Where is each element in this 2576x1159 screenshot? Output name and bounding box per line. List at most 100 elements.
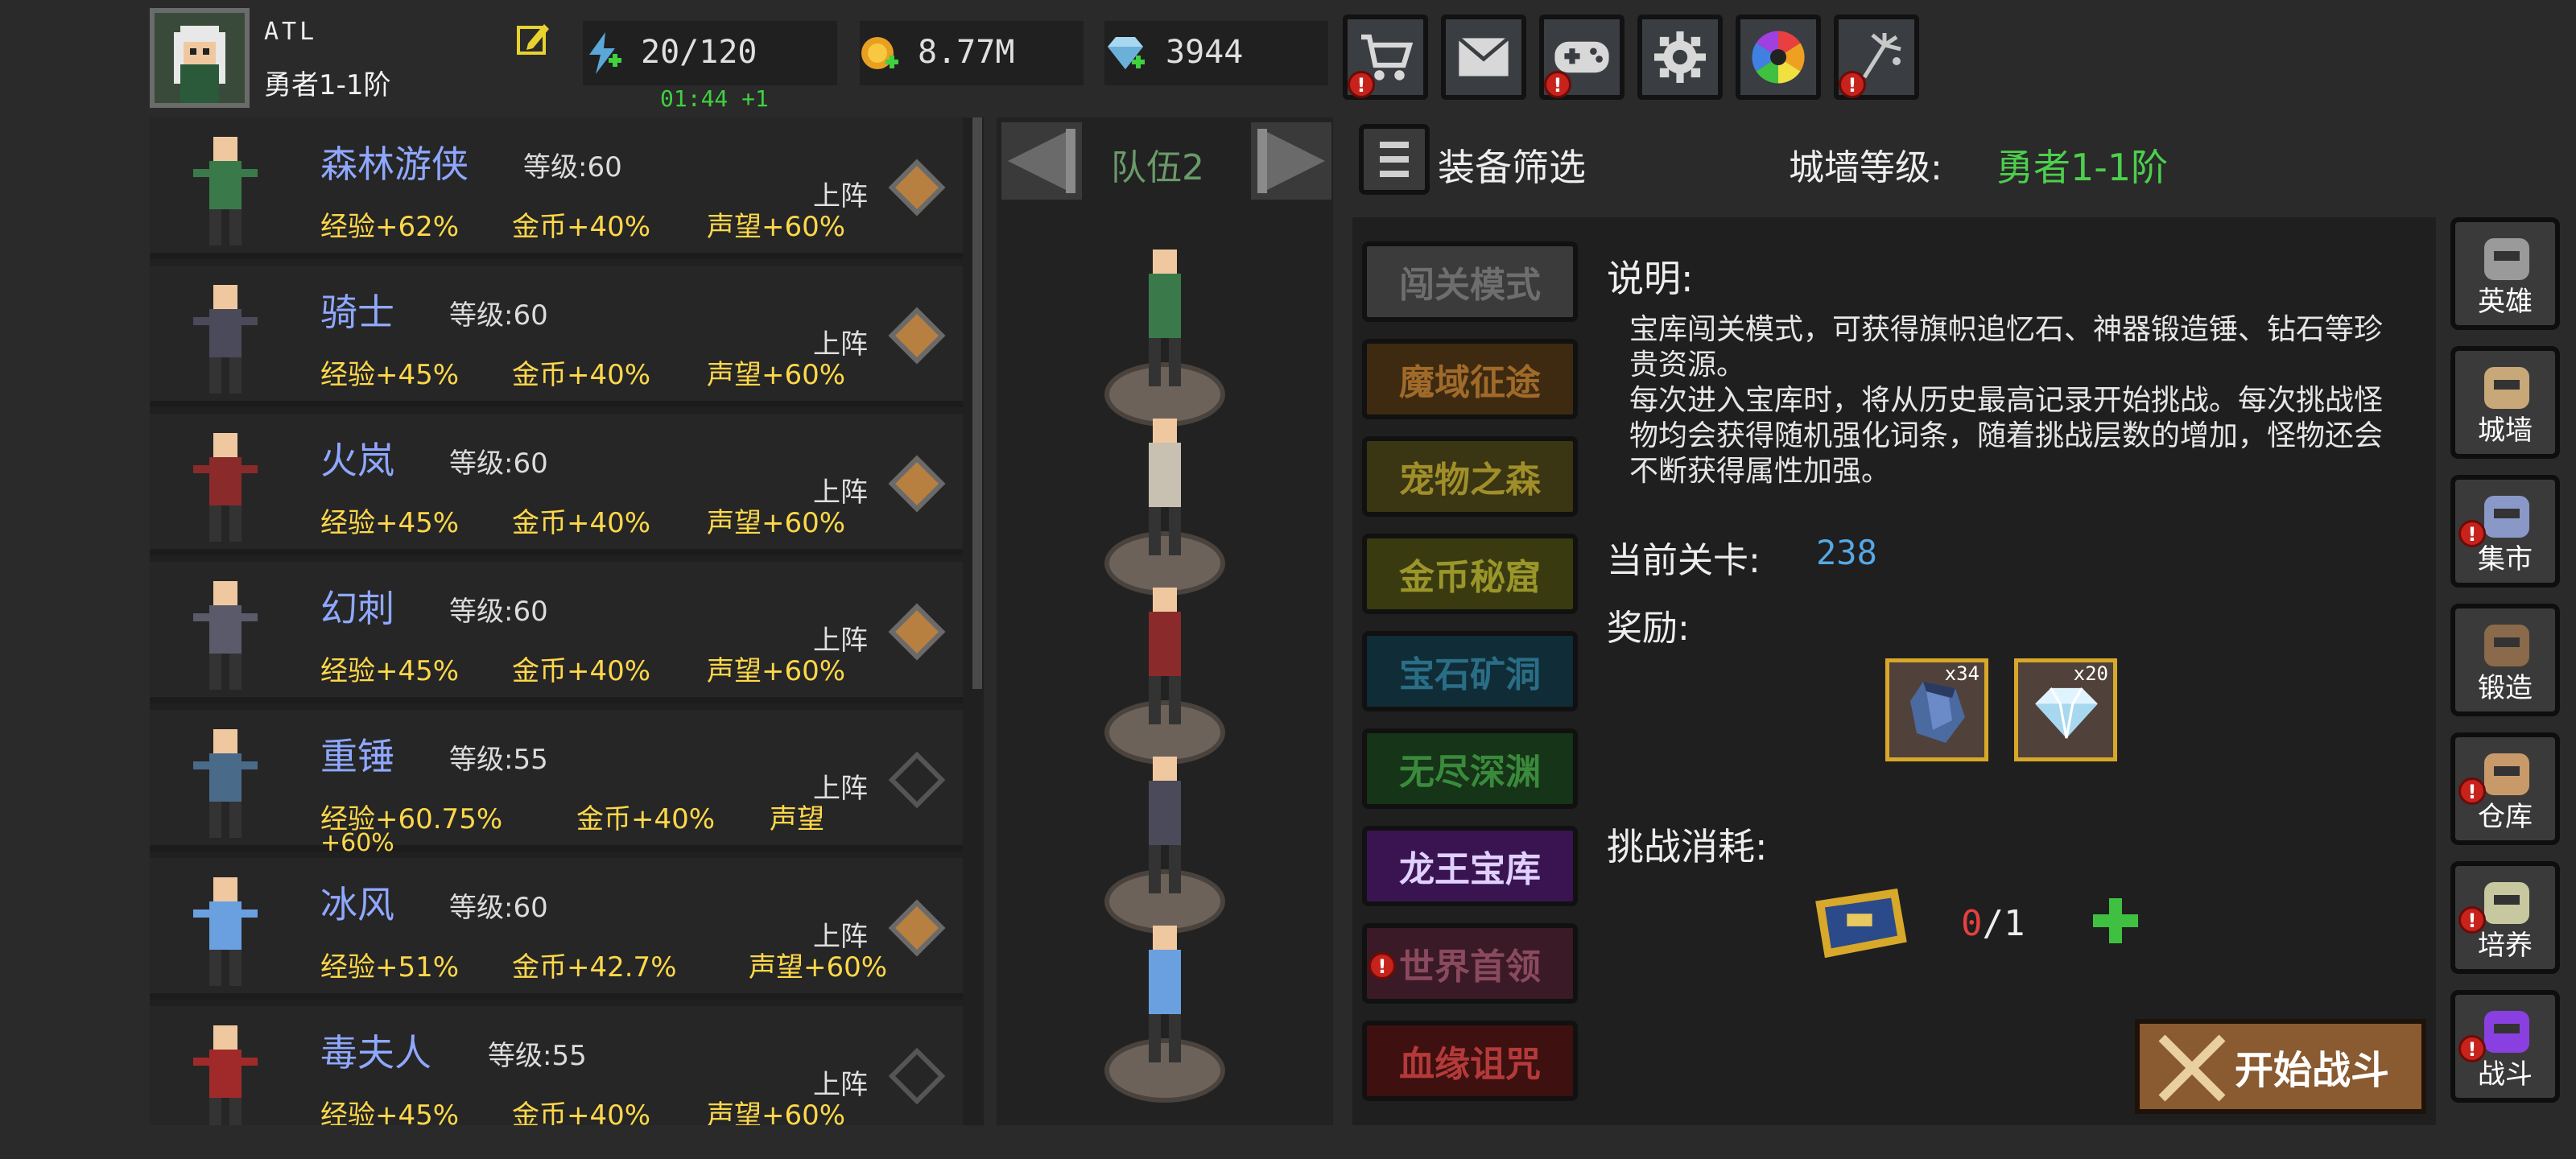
settings-button[interactable] bbox=[1637, 14, 1723, 100]
deploy-toggle[interactable] bbox=[888, 307, 946, 365]
team-title: 队伍2 bbox=[1111, 147, 1204, 188]
diamond-icon bbox=[2035, 687, 2098, 739]
add-ticket-button[interactable] bbox=[2093, 898, 2138, 943]
mode-label: 宝石矿洞 bbox=[1399, 654, 1541, 695]
mode-button[interactable]: 世界首领! bbox=[1362, 923, 1578, 1004]
deploy-toggle[interactable] bbox=[888, 603, 946, 661]
deploy-label: 上阵 bbox=[813, 625, 868, 657]
player-rank: 勇者1-1阶 bbox=[264, 69, 391, 101]
hero-level: 等级:60 bbox=[449, 299, 548, 332]
hero-list[interactable]: 森林游侠 等级:60 经验+62% 金币+40% 声望+60% 上阵 骑士 等级… bbox=[150, 118, 984, 1125]
mode-label: 金币秘窟 bbox=[1399, 557, 1541, 598]
hero-level: 等级:60 bbox=[449, 892, 548, 924]
side-nav-helmet[interactable]: 英雄 bbox=[2450, 217, 2560, 330]
deploy-label: 上阵 bbox=[813, 1069, 868, 1101]
team-hero-icon bbox=[1149, 926, 1181, 1062]
deploy-toggle[interactable] bbox=[888, 159, 946, 217]
mode-button[interactable]: 龙王宝库 bbox=[1362, 826, 1578, 906]
next-team-button[interactable] bbox=[1251, 122, 1331, 200]
plus-icon bbox=[2093, 898, 2138, 943]
crossed-swords-icon bbox=[2158, 1034, 2226, 1102]
edit-name-button[interactable] bbox=[515, 21, 551, 56]
hero-list-scrollbar[interactable] bbox=[972, 118, 982, 689]
aperture-icon bbox=[1752, 31, 1805, 84]
prev-team-button[interactable] bbox=[1001, 122, 1082, 200]
mode-button[interactable]: 宠物之森 bbox=[1362, 436, 1578, 517]
hero-gold-bonus: 金币+40% bbox=[512, 507, 651, 539]
mode-button[interactable]: 无尽深渊 bbox=[1362, 728, 1578, 809]
side-nav-market[interactable]: 集市! bbox=[2450, 475, 2560, 588]
deploy-label: 上阵 bbox=[813, 180, 868, 212]
side-nav-colosseum[interactable]: 城墙 bbox=[2450, 346, 2560, 459]
hero-level: 等级:60 bbox=[449, 448, 548, 480]
hero-row[interactable]: 冰风 等级:60 经验+51% 金币+42.7% 声望+60% 上阵 bbox=[150, 858, 963, 1000]
side-nav-storage[interactable]: 仓库! bbox=[2450, 732, 2560, 845]
start-battle-button[interactable]: 开始战斗 bbox=[2135, 1019, 2426, 1114]
deploy-label: 上阵 bbox=[813, 476, 868, 509]
deploy-toggle[interactable] bbox=[888, 455, 946, 513]
menu-icon bbox=[1380, 142, 1409, 177]
hero-name: 骑士 bbox=[320, 291, 394, 334]
player-avatar[interactable] bbox=[150, 8, 250, 108]
side-nav-portal[interactable]: 战斗! bbox=[2450, 990, 2560, 1103]
hero-level: 等级:55 bbox=[449, 744, 548, 776]
wall-level-value: 勇者1-1阶 bbox=[1996, 146, 2169, 189]
mode-button[interactable]: 血缘诅咒 bbox=[1362, 1021, 1578, 1101]
deploy-toggle[interactable] bbox=[888, 899, 946, 957]
challenge-cost-label: 挑战消耗: bbox=[1607, 825, 1768, 868]
filter-menu-button[interactable] bbox=[1359, 124, 1430, 195]
diamond-display: 3944 bbox=[1104, 21, 1328, 85]
arrow-left-icon bbox=[1001, 122, 1082, 200]
description-title: 说明: bbox=[1607, 257, 1694, 300]
mode-label: 世界首领 bbox=[1399, 947, 1541, 988]
mode-label: 闯关模式 bbox=[1399, 265, 1541, 306]
alert-badge: ! bbox=[2458, 520, 2486, 547]
gold-coin-icon bbox=[861, 37, 898, 69]
hero-portrait-icon bbox=[193, 285, 258, 394]
stamina-timer: 01:44 +1 bbox=[660, 85, 769, 112]
mode-button[interactable]: 金币秘窟 bbox=[1362, 534, 1578, 614]
hero-gold-bonus: 金币+40% bbox=[512, 1099, 651, 1125]
hero-row[interactable]: 毒夫人 等级:55 经验+45% 金币+40% 声望+60% 上阵 bbox=[150, 1006, 963, 1125]
aperture-button[interactable] bbox=[1736, 14, 1821, 100]
start-battle-label: 开始战斗 bbox=[2234, 1048, 2389, 1093]
fireworks-button[interactable]: ! bbox=[1834, 14, 1919, 100]
deploy-toggle[interactable] bbox=[888, 751, 946, 809]
reward-item-diamond[interactable]: x20 bbox=[2014, 658, 2117, 761]
hero-name: 火岚 bbox=[320, 439, 394, 482]
stamina-display: 20/120 bbox=[583, 21, 837, 85]
hero-level: 等级:55 bbox=[488, 1040, 587, 1072]
alert-badge: ! bbox=[2458, 906, 2486, 934]
side-nav-anvil[interactable]: 锻造 bbox=[2450, 604, 2560, 716]
team-hero-icon bbox=[1149, 250, 1181, 386]
reward-count: x20 bbox=[2073, 662, 2108, 685]
hero-exp-bonus: 经验+45% bbox=[320, 359, 460, 391]
hero-row[interactable]: 火岚 等级:60 经验+45% 金币+40% 声望+60% 上阵 bbox=[150, 414, 963, 555]
challenge-cost-value: 0/1 bbox=[1961, 903, 2025, 944]
hero-name: 幻刺 bbox=[320, 587, 394, 630]
hero-gold-bonus: 金币+42.7% bbox=[512, 951, 677, 984]
hero-row[interactable]: 重锤 等级:55 经验+60.75% 金币+40% 声望 +60% 上阵 bbox=[150, 710, 963, 857]
mode-button[interactable]: 魔域征途 bbox=[1362, 339, 1578, 419]
mail-button[interactable] bbox=[1441, 14, 1526, 100]
deploy-toggle[interactable] bbox=[888, 1047, 946, 1105]
side-nav-chalice[interactable]: 培养! bbox=[2450, 861, 2560, 974]
description-line-2: 每次进入宝库时，将从历史最高记录开始挑战。每次挑战怪物均会获得随机强化词条，随着… bbox=[1629, 384, 2384, 488]
gamepad-button[interactable]: ! bbox=[1539, 14, 1624, 100]
hero-fame-bonus-wrap: +60% bbox=[320, 829, 394, 857]
hero-row[interactable]: 森林游侠 等级:60 经验+62% 金币+40% 声望+60% 上阵 bbox=[150, 118, 963, 259]
hero-portrait-icon bbox=[193, 137, 258, 245]
mode-button[interactable]: 闯关模式 bbox=[1362, 241, 1578, 322]
hero-exp-bonus: 经验+62% bbox=[320, 211, 460, 243]
reward-item-stone[interactable]: x34 bbox=[1885, 658, 1988, 761]
ticket-icon bbox=[1815, 888, 1907, 959]
deploy-label: 上阵 bbox=[813, 773, 868, 805]
mode-button[interactable]: 宝石矿洞 bbox=[1362, 631, 1578, 711]
hero-exp-bonus: 经验+45% bbox=[320, 1099, 460, 1125]
hero-row[interactable]: 骑士 等级:60 经验+45% 金币+40% 声望+60% 上阵 bbox=[150, 266, 963, 407]
gold-display: 8.77M bbox=[860, 21, 1084, 85]
cost-have: 0 bbox=[1961, 903, 1983, 944]
hero-row[interactable]: 幻刺 等级:60 经验+45% 金币+40% 声望+60% 上阵 bbox=[150, 562, 963, 703]
shop-button[interactable]: ! bbox=[1343, 14, 1428, 100]
hero-portrait-icon bbox=[193, 581, 258, 690]
